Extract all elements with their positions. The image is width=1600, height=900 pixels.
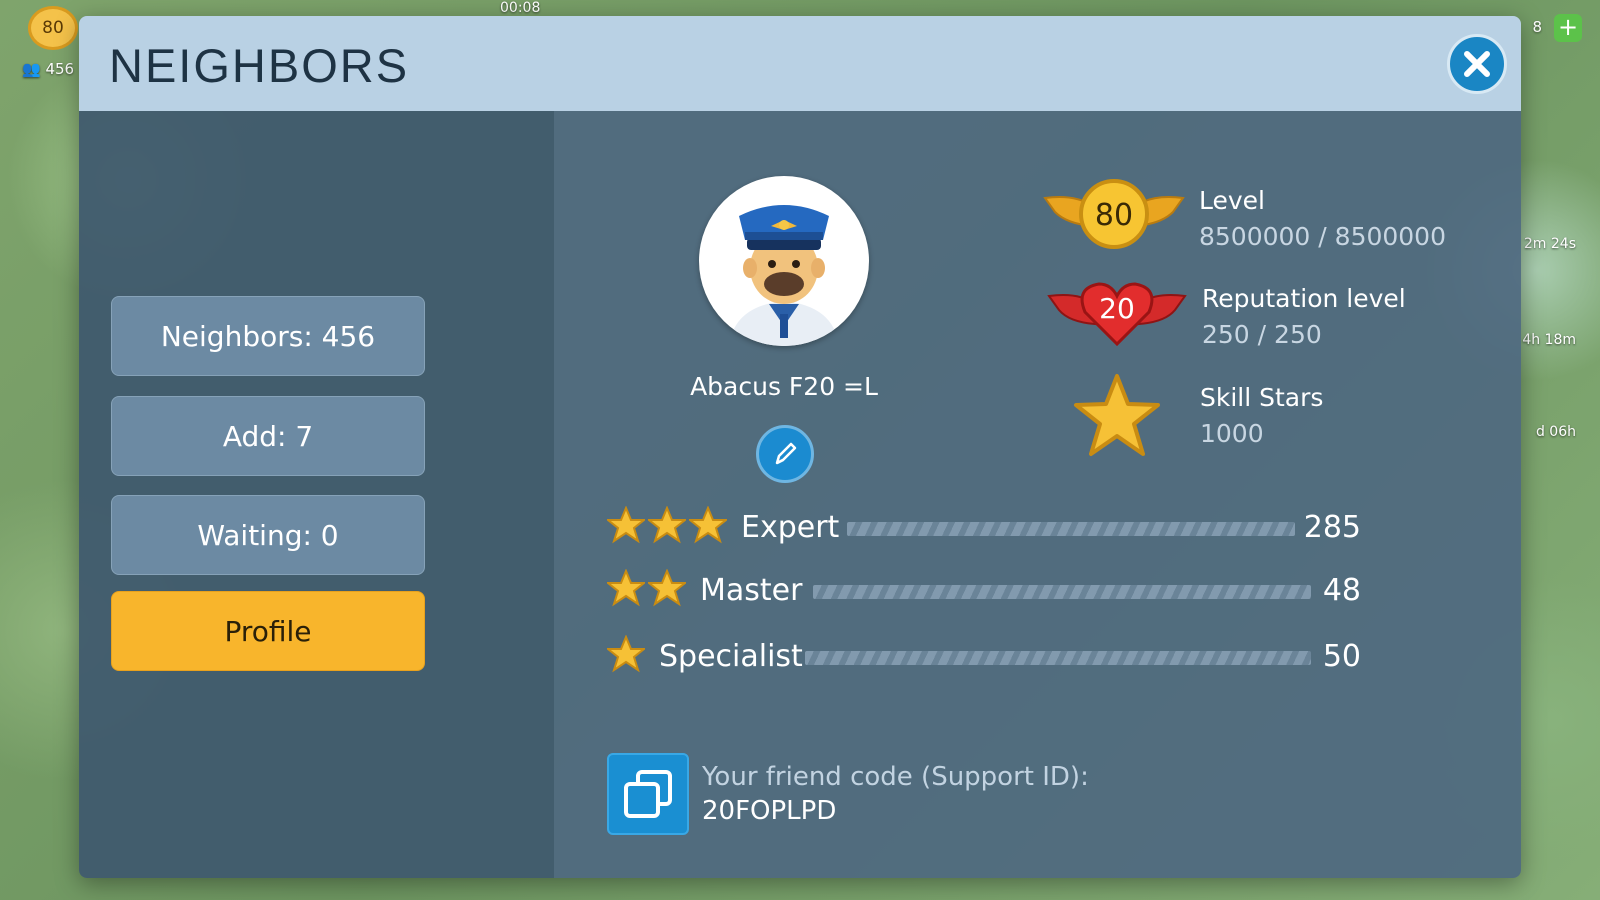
- friend-code-value[interactable]: 20FOPLPD: [702, 796, 836, 826]
- level-label: Level: [1199, 186, 1265, 215]
- rank-progress-bar: [813, 585, 1311, 599]
- star-icon: [607, 635, 645, 673]
- rank-row-master: Master 48: [607, 569, 1377, 613]
- hud-counter: 8: [1532, 18, 1542, 36]
- neighbors-dialog: NEIGHBORS Neighbors: 456 Add: 7 Waiting:…: [79, 16, 1521, 878]
- star-icon: [648, 569, 686, 607]
- pilot-avatar-icon: [729, 205, 839, 346]
- sidebar-item-waiting[interactable]: Waiting: 0: [111, 495, 425, 575]
- rank-label: Expert: [741, 510, 840, 545]
- sidebar: Neighbors: 456 Add: 7 Waiting: 0 Profile: [79, 111, 554, 878]
- sidebar-item-label: Profile: [224, 614, 312, 648]
- rank-stars: [607, 635, 645, 673]
- close-button[interactable]: [1447, 34, 1507, 94]
- rank-progress-bar: [805, 651, 1311, 665]
- gold-wing-badge-icon: 80: [1043, 179, 1185, 249]
- friend-code-label: Your friend code (Support ID):: [702, 762, 1089, 792]
- player-name: Abacus F20 =L: [690, 372, 878, 401]
- star-icon: [689, 506, 727, 544]
- pilot-avatar: [699, 176, 869, 346]
- sidebar-item-add[interactable]: Add: 7: [111, 396, 425, 476]
- hud-add-button[interactable]: +: [1554, 14, 1582, 42]
- reputation-badge-value: 20: [1099, 292, 1135, 325]
- sidebar-item-profile[interactable]: Profile: [111, 591, 425, 671]
- hud-clock: 00:08: [500, 0, 541, 16]
- hud-timer-2: 4h 18m: [1522, 332, 1576, 348]
- copy-icon: [624, 770, 672, 818]
- skill-stars-value: 1000: [1200, 419, 1264, 448]
- edit-name-button[interactable]: [756, 425, 814, 483]
- rank-count: 48: [1322, 573, 1361, 608]
- sidebar-item-neighbors[interactable]: Neighbors: 456: [111, 296, 425, 376]
- dialog-title: NEIGHBORS: [109, 39, 410, 92]
- sidebar-item-label: Waiting: 0: [197, 518, 339, 552]
- sidebar-item-label: Add: 7: [222, 419, 314, 453]
- rank-stars: [607, 506, 727, 544]
- rank-row-expert: Expert 285: [607, 506, 1377, 550]
- close-icon: [1464, 51, 1490, 77]
- level-value: 8500000 / 8500000: [1199, 222, 1446, 251]
- hud-timer-1: 2m 24s: [1523, 236, 1576, 252]
- reputation-value: 250 / 250: [1202, 320, 1322, 349]
- red-heart-wing-badge-icon: 20: [1047, 282, 1187, 347]
- hud-population: 👥 456: [22, 60, 75, 78]
- rank-stars: [607, 569, 686, 607]
- hud-population-value: 456: [45, 60, 75, 78]
- dialog-header: NEIGHBORS: [79, 16, 1521, 111]
- rank-count: 285: [1303, 510, 1361, 545]
- star-icon: [607, 569, 645, 607]
- rank-row-specialist: Specialist 50: [607, 635, 1377, 679]
- skill-stars-label: Skill Stars: [1200, 383, 1324, 412]
- rank-label: Master: [700, 573, 803, 608]
- pencil-icon: [775, 442, 797, 465]
- star-icon: [607, 506, 645, 544]
- reputation-label: Reputation level: [1202, 284, 1406, 313]
- hud-level-badge: 80: [28, 6, 78, 50]
- hud-timer-3: d 06h: [1535, 424, 1576, 440]
- sidebar-item-label: Neighbors: 456: [160, 319, 376, 353]
- rank-count: 50: [1322, 639, 1361, 674]
- gold-star-icon: [1074, 374, 1160, 456]
- copy-friend-code-button[interactable]: [607, 753, 689, 835]
- level-badge-value: 80: [1095, 198, 1133, 233]
- rank-label: Specialist: [659, 639, 803, 674]
- star-icon: [648, 506, 686, 544]
- rank-progress-bar: [847, 522, 1295, 536]
